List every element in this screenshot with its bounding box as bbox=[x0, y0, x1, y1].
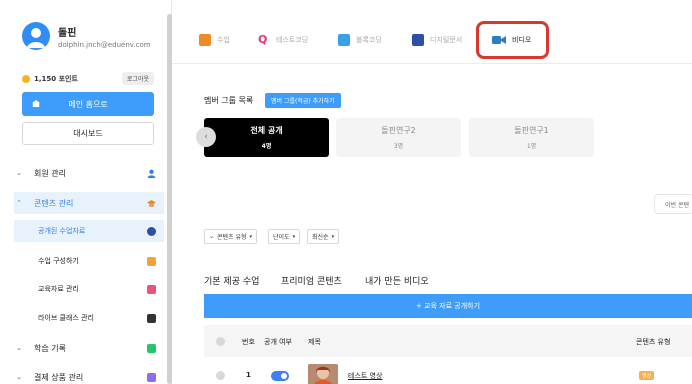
caret-down-icon: ▾ bbox=[249, 233, 253, 240]
avatar bbox=[22, 22, 50, 50]
sidebar-item-label: 학습 기록 bbox=[34, 343, 66, 353]
tab-my-videos[interactable]: 내가 만든 비디오 bbox=[365, 274, 429, 287]
column-title: 제목 bbox=[308, 338, 321, 346]
content-type-filter[interactable]: ⌄ 콘텐츠 유형 ▾ bbox=[204, 229, 258, 244]
caret-down-icon: ▾ bbox=[331, 233, 335, 240]
row-title-link[interactable]: 테스트 영상 bbox=[348, 371, 382, 381]
tab-premium-contents[interactable]: 프리미엄 콘텐츠 bbox=[281, 274, 342, 287]
group-name: 돌핀연구2 bbox=[381, 126, 416, 135]
chevron-down-icon: ⌄ bbox=[16, 344, 22, 352]
chevron-down-icon: ⌄ bbox=[209, 233, 215, 240]
sidebar-subitem-label: 공개된 수업자료 bbox=[38, 227, 86, 235]
chevron-down-icon: ⌄ bbox=[16, 373, 22, 381]
video-thumbnail[interactable] bbox=[308, 364, 338, 384]
graduation-cap-icon bbox=[147, 200, 156, 207]
chevron-up-icon: ⌃ bbox=[16, 199, 22, 207]
coin-icon bbox=[22, 74, 30, 83]
column-content-type: 콘텐츠 유형 bbox=[636, 338, 671, 346]
group-count: 4명 bbox=[261, 143, 272, 150]
video-tab-highlight bbox=[476, 21, 549, 59]
row-number: 1 bbox=[246, 371, 251, 379]
document-icon bbox=[412, 34, 424, 46]
sidebar-item-label: 콘텐츠 관리 bbox=[34, 198, 74, 208]
dashboard-button[interactable]: 대시보드 bbox=[22, 122, 154, 145]
sidebar-subitem-compose-lesson[interactable]: 수업 구성하기 bbox=[14, 250, 164, 272]
user-email: dolphin.jnch@eduenv.com bbox=[58, 40, 151, 49]
filter-label: 난이도 bbox=[273, 234, 290, 241]
group-card[interactable]: 전체 공개 4명 bbox=[204, 118, 329, 157]
sidebar-subitem-published-lessons[interactable]: 공개된 수업자료 bbox=[14, 220, 164, 242]
row-select-radio[interactable] bbox=[216, 371, 225, 380]
group-name: 전체 공개 bbox=[250, 126, 283, 135]
table-header: 번호 공개 여부 제목 콘텐츠 유형 bbox=[204, 325, 692, 357]
select-all-radio[interactable] bbox=[216, 337, 225, 346]
member-group-title: 멤버 그룹 목록 bbox=[204, 96, 254, 105]
document-icon bbox=[147, 344, 156, 353]
content-type-badge: 영상 bbox=[639, 371, 655, 380]
caret-down-icon: ▾ bbox=[292, 233, 296, 240]
home-icon bbox=[32, 100, 40, 107]
right-filter-chip[interactable]: 이번 콘텐 bbox=[654, 194, 692, 214]
chevron-down-icon: ⌄ bbox=[16, 169, 22, 177]
points-display: 1,150 포인트 bbox=[22, 74, 78, 84]
main-home-label: 메인 홈으로 bbox=[68, 99, 108, 109]
tab-label: 디지털문서 bbox=[430, 36, 463, 44]
lesson-icon bbox=[147, 227, 156, 236]
visibility-toggle[interactable] bbox=[271, 371, 289, 381]
user-icon bbox=[147, 169, 156, 178]
sidebar-subitem-label: 수업 구성하기 bbox=[38, 257, 79, 265]
points-label: 1,150 포인트 bbox=[34, 74, 78, 83]
group-card[interactable]: 돌핀연구1 1명 bbox=[469, 118, 594, 157]
sidebar-subitem-material-management[interactable]: 교육자료 관리 bbox=[14, 278, 164, 300]
sidebar-subitem-live-class[interactable]: 라이브 클래스 관리 bbox=[14, 307, 164, 329]
group-count: 1명 bbox=[526, 143, 537, 150]
user-name: 돌핀 bbox=[58, 27, 77, 39]
filter-label: 최신순 bbox=[312, 234, 329, 241]
sidebar-item-members[interactable]: ⌄ 회원 관리 bbox=[14, 162, 164, 184]
tab-digital-document[interactable]: 디지털문서 bbox=[412, 34, 462, 46]
tab-label: 블록코딩 bbox=[356, 36, 382, 44]
sidebar-item-contents[interactable]: ⌃ 콘텐츠 관리 bbox=[14, 192, 164, 214]
tab-lesson[interactable]: 수업 bbox=[199, 34, 230, 46]
sort-filter[interactable]: 최신순 ▾ bbox=[307, 229, 340, 244]
user-profile[interactable]: 돌핀 dolphin.jnch@eduenv.com bbox=[22, 22, 151, 50]
group-card[interactable]: 돌핀연구2 3명 bbox=[336, 118, 461, 157]
add-member-group-button[interactable]: 멤버 그룹(학급) 추가하기 bbox=[265, 93, 341, 108]
material-icon bbox=[147, 285, 156, 294]
tab-basic-lessons[interactable]: 기본 제공 수업 bbox=[204, 274, 259, 287]
column-number: 번호 bbox=[242, 338, 255, 346]
share-material-button[interactable]: + 교육 자료 공개하기 bbox=[204, 294, 692, 318]
logout-button[interactable]: 로그아웃 bbox=[121, 72, 154, 85]
filter-label: 콘텐츠 유형 bbox=[217, 234, 247, 241]
sidebar-item-payment-products[interactable]: ⌄ 결제 상품 관리 bbox=[14, 366, 164, 384]
main-home-button[interactable]: 메인 홈으로 bbox=[22, 92, 154, 116]
block-icon bbox=[338, 34, 350, 46]
sidebar-subitem-label: 라이브 클래스 관리 bbox=[38, 314, 94, 322]
sidebar-item-label: 결제 상품 관리 bbox=[34, 372, 84, 382]
column-visibility: 공개 여부 bbox=[264, 338, 292, 346]
sidebar-item-learning-records[interactable]: ⌄ 학습 기록 bbox=[14, 337, 164, 359]
tab-label: 수업 bbox=[217, 36, 230, 44]
sidebar-scrollbar[interactable] bbox=[167, 14, 172, 384]
group-count: 3명 bbox=[393, 143, 404, 150]
shop-icon bbox=[147, 373, 156, 382]
thumbnail-image bbox=[308, 364, 338, 384]
sidebar: 돌핀 dolphin.jnch@eduenv.com 1,150 포인트 로그아… bbox=[0, 0, 172, 384]
group-name: 돌핀연구1 bbox=[514, 126, 549, 135]
compose-icon bbox=[147, 257, 156, 266]
tab-label: 테스트코딩 bbox=[276, 36, 309, 44]
tab-text-coding[interactable]: Q 테스트코딩 bbox=[258, 34, 308, 46]
carousel-prev-button[interactable]: ‹ bbox=[196, 127, 216, 147]
sidebar-subitem-label: 교육자료 관리 bbox=[38, 285, 79, 293]
live-class-icon bbox=[147, 314, 156, 323]
content-type-tabs: 수업 Q 테스트코딩 블록코딩 디지털문서 비디오 bbox=[172, 14, 692, 64]
user-avatar-icon bbox=[27, 28, 45, 48]
tab-block-coding[interactable]: 블록코딩 bbox=[338, 34, 382, 46]
q-icon: Q bbox=[258, 33, 268, 46]
sidebar-item-label: 회원 관리 bbox=[34, 168, 66, 178]
book-icon bbox=[199, 34, 211, 46]
difficulty-filter[interactable]: 난이도 ▾ bbox=[268, 229, 301, 244]
